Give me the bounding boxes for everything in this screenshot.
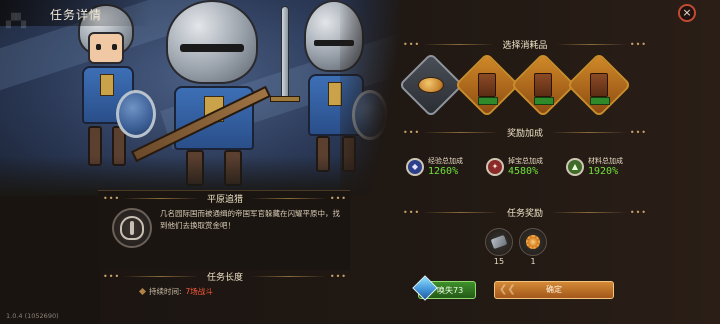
version-label: 1.0.4 (1052690) xyxy=(6,312,59,320)
consumable-badge xyxy=(590,97,610,105)
shield-icon: ◆ xyxy=(406,157,424,176)
stone-icon xyxy=(490,234,508,250)
bonus-label: 掉宝总加成 xyxy=(508,157,543,165)
bonuses-section-label: 奖励加成 xyxy=(507,128,544,139)
book-icon xyxy=(472,70,502,100)
duration-row: 持续时间: 7场战斗 xyxy=(138,286,213,297)
mission-artwork xyxy=(0,0,400,196)
close-button[interactable]: × xyxy=(678,4,696,22)
mission-emblem-icon xyxy=(112,208,152,248)
bonus-value: 1920% xyxy=(588,166,619,177)
bread-icon xyxy=(416,70,446,100)
duration-section-label: 任务长度 xyxy=(207,272,244,283)
chevron-icon: ❮❮ xyxy=(499,284,516,295)
page-title: 任务详情 xyxy=(50,8,103,22)
sword-figure xyxy=(281,6,289,102)
consumables-header: ••• 选择消耗品 ••• xyxy=(403,39,648,51)
bonus-material: ▲ 材料总加成 1920% xyxy=(566,156,623,177)
consumable-badge xyxy=(534,97,554,105)
treasure-icon: ✦ xyxy=(486,157,504,176)
left-backdrop xyxy=(0,196,100,324)
reward-item-1[interactable] xyxy=(485,228,513,256)
confirm-button-label: 确定 xyxy=(546,285,562,294)
bonus-value: 1260% xyxy=(428,166,459,177)
gear-icon xyxy=(526,235,540,249)
consumable-badge xyxy=(478,97,498,105)
bonus-label: 材料总加成 xyxy=(588,157,623,165)
mission-name-header: ••• 平原追猎 ••• xyxy=(103,193,348,205)
reward-count: 15 xyxy=(493,257,505,266)
rewards-section-label: 任务奖励 xyxy=(507,208,544,219)
confirm-button[interactable]: ❮❮ 确定 xyxy=(494,281,614,299)
game-logo: ▞▚ xyxy=(6,14,26,29)
diamond-icon xyxy=(138,287,147,296)
bonuses-header: ••• 奖励加成 ••• xyxy=(403,127,648,139)
knight-left-figure xyxy=(72,4,156,174)
book-icon xyxy=(584,70,614,100)
mission-detail-screen: ▞▚ 任务详情 ••• 平原追猎 ••• 几名园际国而被通缉的帝国军官躲藏在闪耀… xyxy=(0,0,720,324)
mission-name: 平原追猎 xyxy=(207,194,244,205)
bonus-exp: ◆ 经验总加成 1260% xyxy=(406,156,463,177)
duration-header: ••• 任务长度 ••• xyxy=(103,271,348,283)
reward-count: 1 xyxy=(530,257,536,266)
book-icon xyxy=(528,70,558,100)
duration-value: 7场战斗 xyxy=(185,287,213,296)
duration-label: 持续时间: xyxy=(149,287,182,296)
bonus-value: 4580% xyxy=(508,166,539,177)
consumables-section-label: 选择消耗品 xyxy=(502,40,548,51)
reward-item-2[interactable] xyxy=(519,228,547,256)
bonus-label: 经验总加成 xyxy=(428,157,463,165)
mission-description: 几名园际国而被通缉的帝国军官躲藏在闪耀平原中，找到他们去换取赏金吧！ xyxy=(160,209,340,230)
material-icon: ▲ xyxy=(566,157,584,176)
rewards-header: ••• 任务奖励 ••• xyxy=(403,207,648,219)
bonus-loot: ✦ 掉宝总加成 4580% xyxy=(486,156,543,177)
